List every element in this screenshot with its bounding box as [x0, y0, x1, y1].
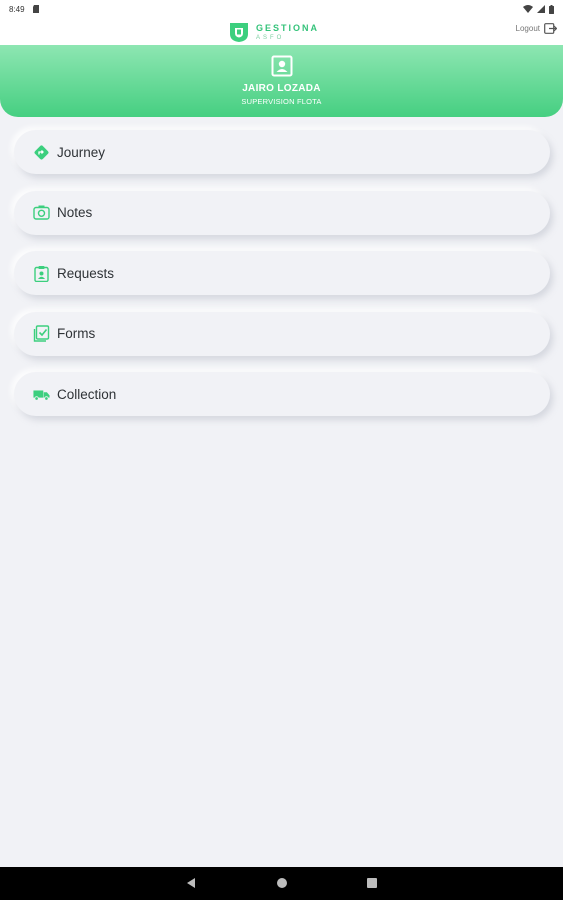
menu-label-requests: Requests	[57, 265, 115, 281]
home-icon[interactable]	[276, 877, 288, 889]
user-card-icon	[271, 55, 292, 77]
menu-item-forms[interactable]: Forms	[14, 311, 550, 356]
menu-label-notes: Notes	[57, 205, 93, 220]
recents-icon[interactable]	[366, 877, 378, 889]
route-sign-icon	[33, 144, 50, 161]
brand-name: GESTIONA	[256, 22, 320, 33]
menu-item-requests[interactable]: Requests	[14, 251, 550, 295]
checklist-icon	[33, 325, 50, 342]
app-header: GESTIONA ASFO Logout	[0, 18, 563, 45]
shield-logo-icon	[230, 23, 248, 42]
brand-logo: GESTIONA ASFO	[228, 20, 319, 44]
status-time: 8:49	[9, 4, 25, 14]
menu-item-collection[interactable]: Collection	[14, 372, 550, 416]
menu-label-forms: Forms	[57, 326, 96, 341]
main-menu: Journey Notes Requests Forms Collection	[14, 130, 550, 433]
clipboard-user-icon	[33, 265, 50, 282]
sd-card-icon	[32, 5, 39, 13]
menu-label-collection: Collection	[57, 386, 117, 402]
truck-icon	[33, 386, 50, 403]
logout-button[interactable]: Logout	[516, 23, 557, 34]
logout-label: Logout	[515, 24, 540, 33]
profile-name: JAIRO LOZADA	[242, 83, 321, 94]
status-bar: 8:49	[0, 0, 563, 18]
logout-icon	[544, 23, 557, 34]
signal-icon	[537, 5, 545, 13]
profile-banner: JAIRO LOZADA SUPERVISION FLOTA	[0, 45, 563, 117]
menu-label-journey: Journey	[57, 144, 106, 160]
back-icon[interactable]	[185, 877, 197, 889]
brand-subtitle: ASFO	[256, 34, 285, 41]
battery-icon	[549, 4, 554, 14]
system-nav-bar	[0, 867, 563, 900]
menu-item-notes[interactable]: Notes	[14, 190, 550, 235]
profile-role: SUPERVISION FLOTA	[241, 97, 322, 106]
camera-icon	[33, 204, 50, 221]
menu-item-journey[interactable]: Journey	[14, 130, 550, 174]
wifi-icon	[523, 5, 533, 13]
